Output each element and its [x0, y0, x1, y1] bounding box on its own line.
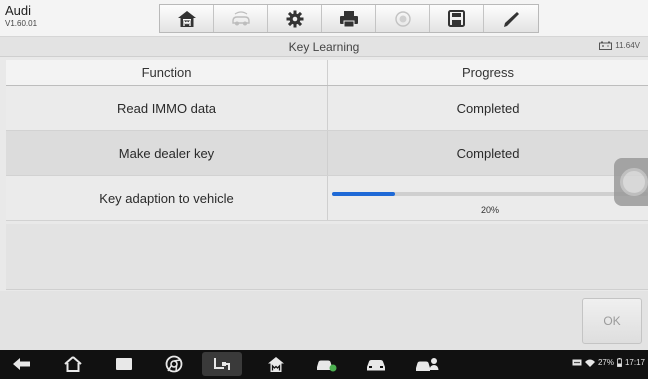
browser-icon	[165, 355, 183, 373]
toolbar-buttons	[159, 4, 539, 33]
vehicle-profile-button[interactable]	[414, 354, 440, 374]
key-learning-table: Function Progress Read IMMO data Complet…	[6, 60, 648, 221]
app-version: V1.60.01	[5, 19, 38, 28]
assist-circle-icon	[620, 168, 648, 196]
back-icon	[13, 358, 30, 370]
home-icon	[177, 10, 196, 27]
table-empty-area	[6, 224, 648, 290]
save-button[interactable]	[430, 5, 484, 32]
back-button[interactable]	[10, 354, 34, 374]
column-header-function: Function	[6, 60, 328, 85]
progress-cell: Completed	[456, 145, 520, 161]
ok-button[interactable]: OK	[582, 298, 642, 344]
clock: 17:17	[624, 358, 645, 367]
android-home-icon	[64, 356, 82, 372]
vehicle-button[interactable]	[364, 354, 388, 374]
page-title: Key Learning	[288, 40, 360, 54]
progress-bar: 20%	[332, 188, 648, 220]
battery-voltage-indicator: 11.64V	[599, 41, 640, 50]
browser-button[interactable]	[162, 354, 186, 374]
battery-percent: 27%	[597, 358, 614, 367]
function-cell: Read IMMO data	[6, 86, 328, 130]
brand-name: Audi	[5, 3, 32, 18]
title-bar: Key Learning 11.64V	[0, 37, 648, 57]
car-icon	[367, 359, 385, 370]
action-area: OK	[0, 291, 648, 350]
progress-fill	[332, 192, 396, 196]
edit-button[interactable]	[484, 5, 538, 32]
top-toolbar: Audi V1.60.01	[0, 0, 648, 37]
battery-icon	[617, 358, 622, 367]
vehicle-swap-icon	[231, 10, 250, 25]
function-cell: Key adaption to vehicle	[6, 176, 328, 220]
column-header-progress: Progress	[461, 65, 515, 80]
maxisys-home-button[interactable]	[264, 354, 288, 374]
progress-percent: 20%	[480, 205, 499, 215]
car-battery-icon	[599, 41, 613, 50]
connection-icon	[214, 358, 230, 370]
progress-cell: 20%	[328, 176, 648, 220]
settings-gear-icon	[286, 10, 303, 27]
maxisys-home-icon	[268, 356, 284, 372]
vci-connection-button[interactable]	[202, 352, 242, 376]
settings-button[interactable]	[268, 5, 322, 32]
wifi-icon	[584, 359, 595, 367]
print-button[interactable]	[322, 5, 376, 32]
printer-icon	[339, 10, 358, 27]
table-row: Key adaption to vehicle 20%	[6, 176, 648, 221]
help-button[interactable]	[376, 5, 430, 32]
function-cell: Make dealer key	[6, 131, 328, 175]
vehicle-diagnostics-button[interactable]	[314, 354, 338, 374]
system-status-area: 27% 17:17	[572, 358, 645, 367]
battery-voltage: 11.64V	[615, 41, 640, 50]
vehicle-swap-button[interactable]	[214, 5, 268, 32]
car-person-icon	[416, 357, 439, 371]
home-nav-button[interactable]	[61, 354, 85, 374]
progress-cell: Completed	[456, 100, 520, 116]
table-row: Read IMMO data Completed	[6, 86, 648, 131]
car-diagnostics-icon	[317, 360, 337, 372]
help-icon	[394, 10, 411, 27]
brand-block: Audi V1.60.01	[5, 4, 37, 29]
android-nav-bar: 27% 17:17	[0, 350, 648, 379]
save-icon	[448, 10, 465, 27]
floating-assist-button[interactable]	[614, 158, 648, 206]
table-header-row: Function Progress	[6, 60, 648, 86]
edit-pen-icon	[504, 11, 519, 27]
table-row: Make dealer key Completed	[6, 131, 648, 176]
recent-apps-button[interactable]	[112, 354, 136, 374]
recent-apps-icon	[116, 358, 132, 370]
home-button[interactable]	[160, 5, 214, 32]
message-icon	[572, 359, 582, 365]
